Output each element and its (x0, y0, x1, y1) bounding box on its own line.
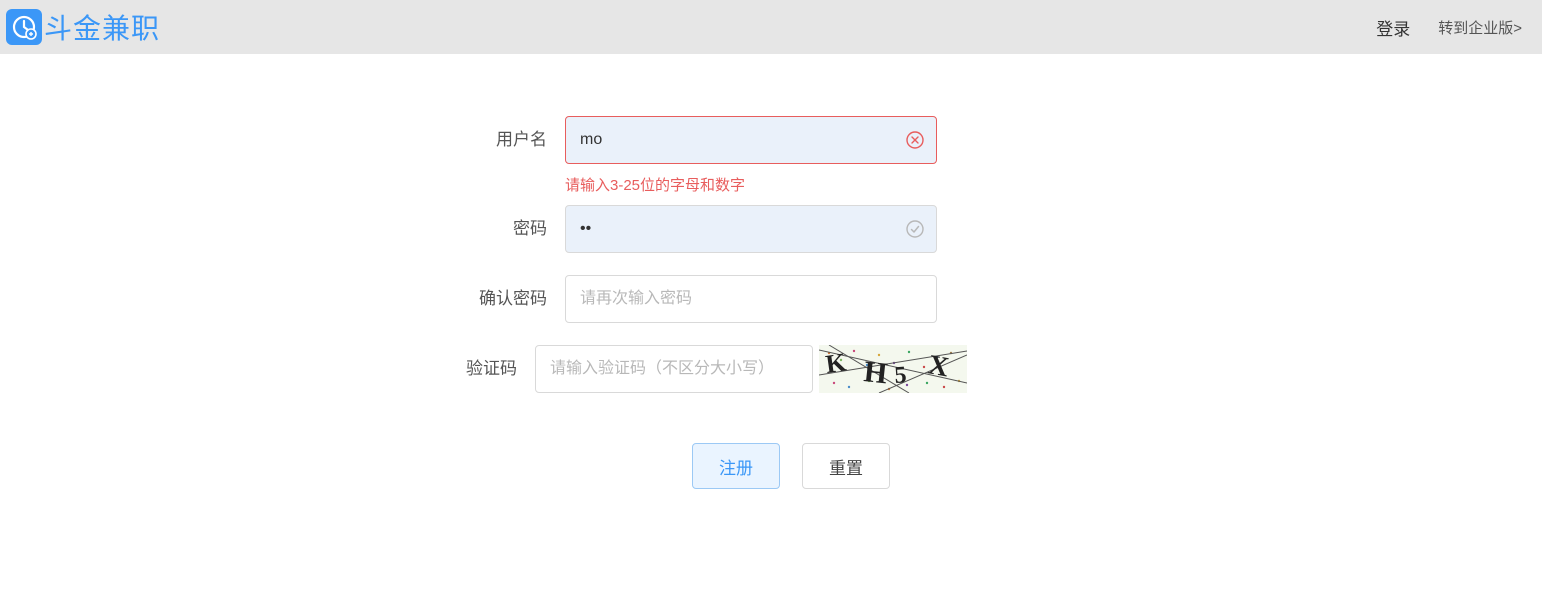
error-icon (905, 130, 925, 150)
header-right: 登录 转到企业版> (1376, 15, 1522, 40)
svg-text:5: 5 (894, 362, 908, 389)
app-header: 斗金兼职 登录 转到企业版> (0, 0, 1542, 54)
svg-text:H: H (862, 355, 889, 390)
username-error-msg: 请输入3-25位的字母和数字 (565, 174, 937, 195)
clock-icon (6, 9, 42, 45)
confirm-password-label: 确认密码 (455, 275, 565, 323)
button-row: 注册 重置 (692, 443, 890, 489)
brand-text: 斗金兼职 (44, 7, 160, 47)
captcha-label: 验证码 (425, 345, 535, 393)
confirm-password-row: 确认密码 (0, 275, 1542, 323)
captcha-image[interactable]: K H 5 X (819, 345, 967, 393)
password-label: 密码 (455, 205, 565, 253)
submit-button[interactable]: 注册 (692, 443, 780, 489)
captcha-row: 验证码 (0, 345, 1542, 393)
register-form: 用户名 请输入3-25位的字母和数字 密码 (0, 116, 1542, 489)
reset-button[interactable]: 重置 (802, 443, 890, 489)
username-label: 用户名 (455, 116, 565, 164)
password-input[interactable] (565, 205, 937, 253)
password-row: 密码 (0, 205, 1542, 253)
enterprise-link[interactable]: 转到企业版> (1438, 17, 1522, 38)
username-input[interactable] (565, 116, 937, 164)
confirm-password-input[interactable] (565, 275, 937, 323)
brand: 斗金兼职 (6, 7, 160, 47)
login-link[interactable]: 登录 (1376, 15, 1410, 40)
username-row: 用户名 (0, 116, 1542, 164)
success-icon (905, 219, 925, 239)
captcha-input[interactable] (535, 345, 813, 393)
